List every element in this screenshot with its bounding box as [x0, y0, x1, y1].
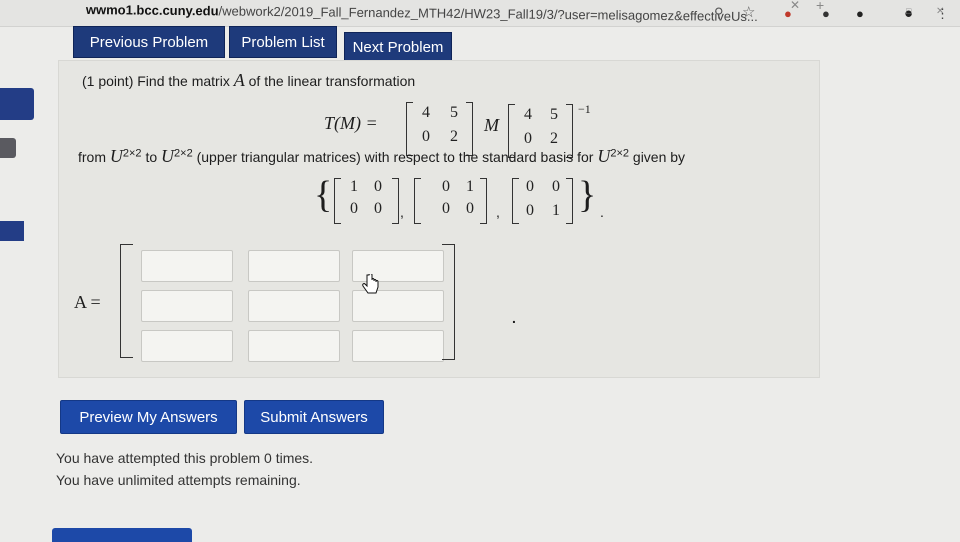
bookmark-star-icon[interactable]: ☆ [742, 5, 755, 20]
sidebar-button[interactable] [0, 88, 34, 120]
matrix-m-symbol: M [484, 115, 499, 135]
url-host: wwmo1.bcc.cuny.edu [85, 2, 219, 19]
remaining-attempts-text: You have unlimited attempts remaining. [56, 472, 301, 488]
sidebar-item[interactable] [0, 221, 24, 241]
answer-cell-2-2[interactable] [248, 290, 340, 322]
hand-cursor-icon [362, 274, 379, 294]
transform-lhs: T(M) = [324, 113, 378, 133]
answer-cell-1-1[interactable] [141, 250, 233, 282]
close-tab-icon[interactable]: ✕ [790, 0, 800, 12]
zoom-icon[interactable]: ⚲ [714, 6, 724, 19]
basis-period: . [600, 204, 604, 220]
matrix-b-entry: 5 [550, 106, 558, 123]
answer-period: . [512, 310, 516, 326]
address-bar[interactable]: wwmo1.bcc.cuny.edu/webwork2/2019_Fall_Fe… [86, 2, 758, 24]
restore-window-icon[interactable]: □ [906, 6, 911, 16]
attempts-text: You have attempted this problem 0 times. [56, 450, 314, 466]
sidebar-toggle[interactable] [0, 138, 16, 158]
extension-black-icon[interactable]: ● [856, 7, 864, 20]
answer-label: A = [74, 292, 101, 312]
previous-problem-button[interactable]: Previous Problem [73, 26, 225, 58]
problem-domain-line: from U2×2 to U2×2 (upper triangular matr… [78, 146, 686, 166]
answer-cell-3-3[interactable] [352, 330, 444, 362]
new-tab-icon[interactable]: + [816, 0, 824, 13]
answer-right-bracket [442, 244, 455, 360]
problem-list-button[interactable]: Problem List [229, 26, 337, 58]
matrix-a-entry: 5 [450, 104, 458, 121]
submit-answers-button[interactable]: Submit Answers [244, 400, 384, 434]
matrix-b-entry: 4 [524, 106, 532, 123]
matrix-a-entry: 4 [422, 104, 430, 121]
problem-intro: (1 point) Find the matrix A of the linea… [82, 70, 416, 90]
answer-cell-3-1[interactable] [141, 330, 233, 362]
basis-close-brace: } [578, 174, 597, 216]
answer-cell-1-2[interactable] [248, 250, 340, 282]
basis-comma: , [400, 204, 404, 220]
answer-cell-2-1[interactable] [141, 290, 233, 322]
matrix-a-entry: 2 [450, 128, 458, 145]
preview-answers-button[interactable]: Preview My Answers [60, 400, 237, 434]
browser-toolbar: wwmo1.bcc.cuny.edu/webwork2/2019_Fall_Fe… [0, 0, 960, 27]
url-path: /webwork2/2019_Fall_Fernandez_MTH42/HW23… [218, 3, 758, 25]
answer-cell-3-2[interactable] [248, 330, 340, 362]
next-problem-button[interactable]: Next Problem [344, 32, 452, 62]
close-window-icon[interactable]: ✕ [936, 6, 944, 17]
basis-open-brace: { [314, 174, 333, 216]
inverse-exponent: −1 [578, 102, 591, 116]
answer-left-bracket [120, 244, 133, 358]
basis-comma: , [496, 204, 500, 220]
matrix-a-entry: 0 [422, 128, 430, 145]
